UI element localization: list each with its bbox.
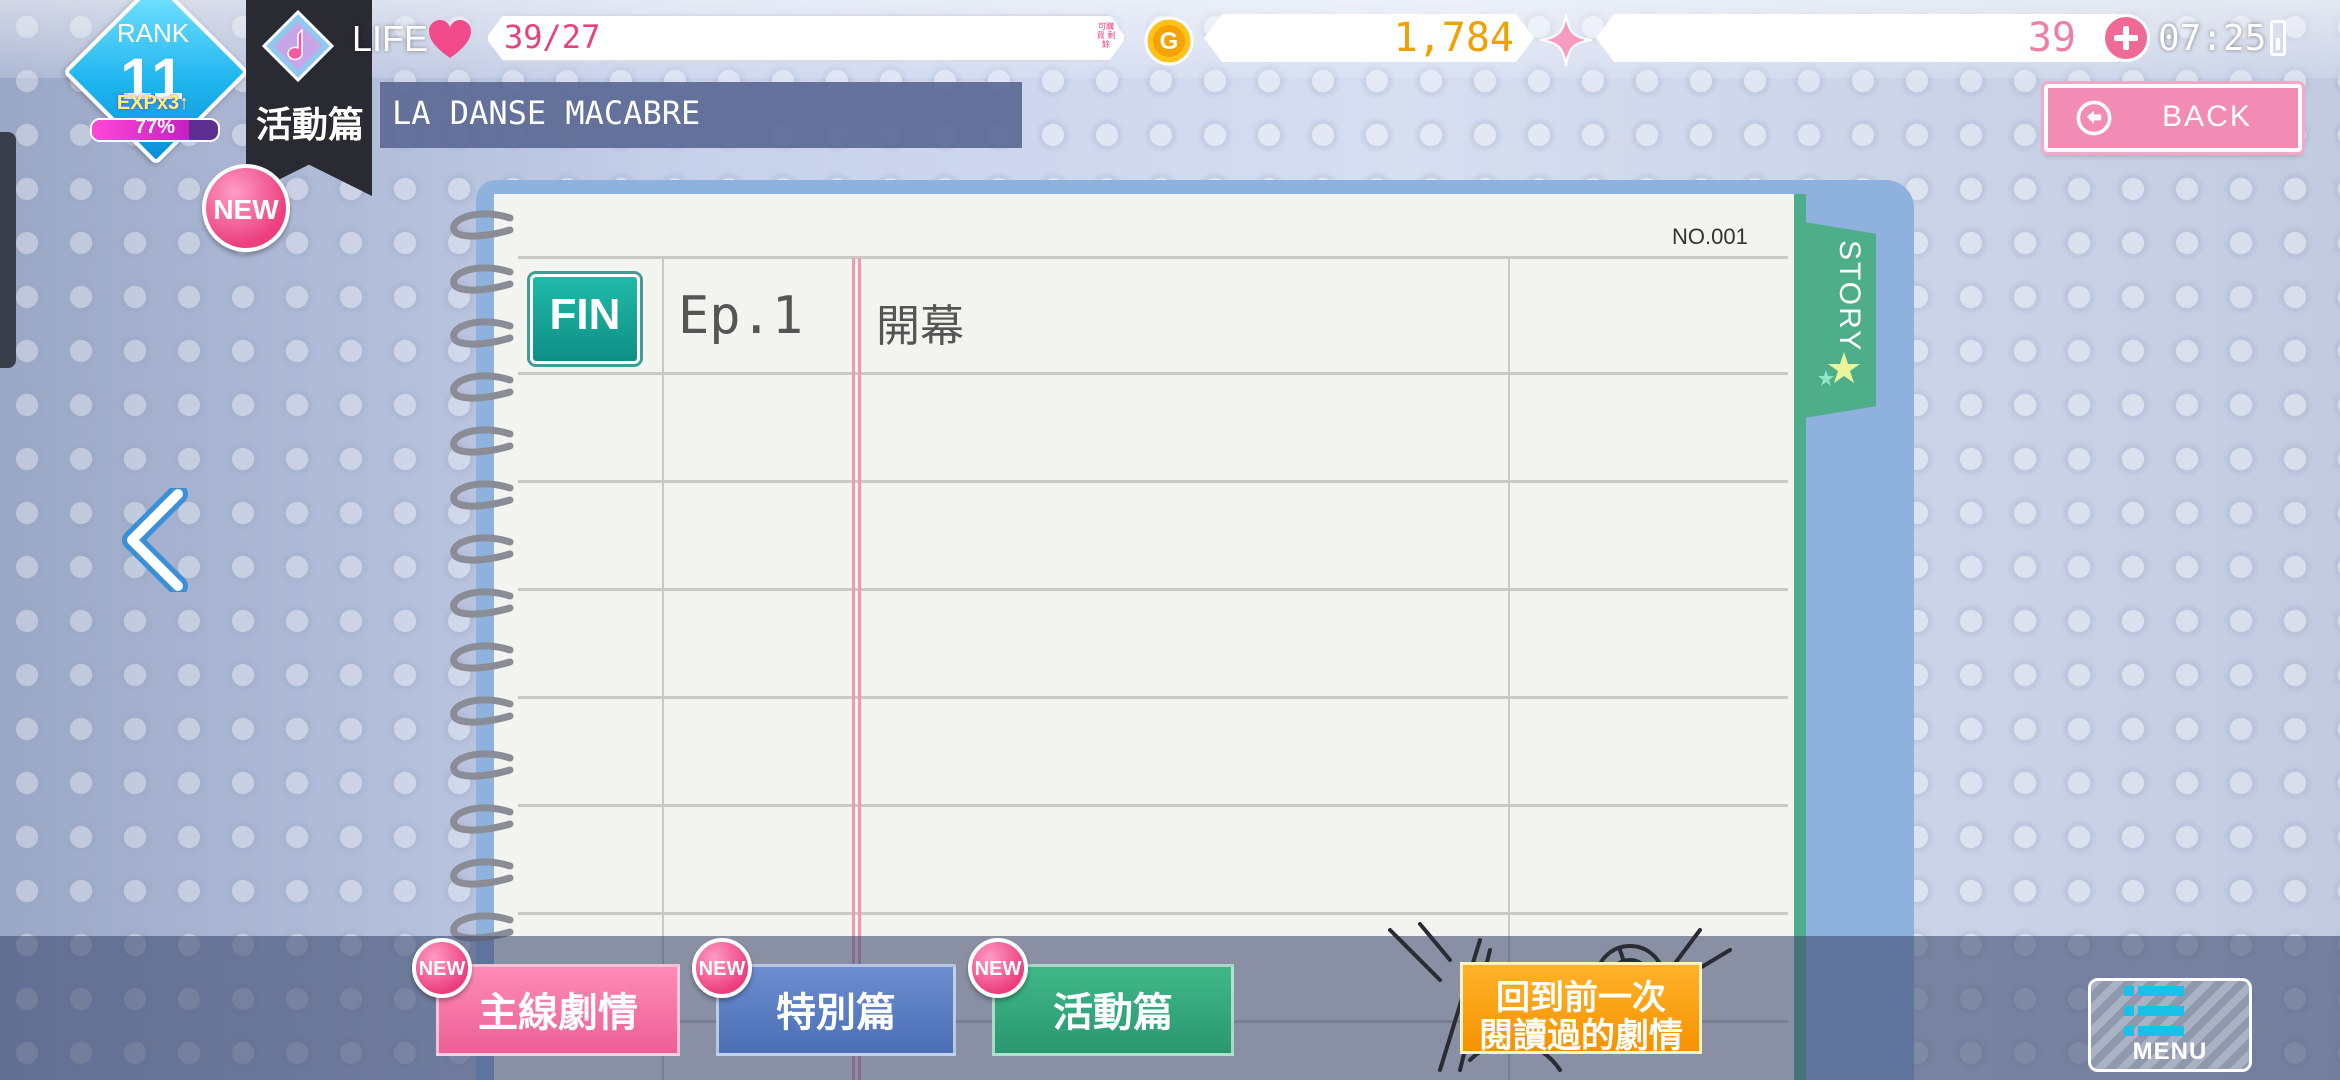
new-badge: NEW [692, 938, 752, 998]
tab-special-story[interactable]: 特別篇 [716, 964, 956, 1056]
heart-icon [429, 20, 471, 58]
gem-value: 39 [2027, 15, 2076, 61]
tab-main-story[interactable]: 主線劇情 [436, 964, 680, 1056]
back-label: BACK [2162, 100, 2252, 133]
new-badge-label: NEW [418, 958, 466, 980]
back-button[interactable]: BACK [2044, 84, 2302, 152]
svg-text:G: G [1160, 28, 1179, 55]
rank-label: RANK [116, 18, 190, 48]
clock: 07:25 [2158, 18, 2267, 59]
page-rule [518, 912, 1788, 915]
chevron-left-icon[interactable] [118, 488, 196, 592]
page-rule [518, 588, 1788, 591]
fin-badge-label: FIN [549, 290, 621, 339]
page-rule [518, 804, 1788, 807]
new-badge-label: NEW [698, 958, 746, 980]
new-badge: NEW [412, 938, 472, 998]
tab-event-story[interactable]: 活動篇 [992, 964, 1234, 1056]
back-arrow-icon [2076, 100, 2112, 136]
plus-icon[interactable] [2102, 14, 2150, 62]
gold-value: 1,784 [1393, 15, 1514, 61]
rank-badge[interactable]: RANK 11 EXPx3↑ 77% [62, 0, 250, 166]
battery-icon [2270, 20, 2286, 56]
episode-number: Ep.1 [678, 286, 804, 346]
gold-coin-icon: G [1144, 16, 1194, 66]
page-rule [518, 696, 1788, 699]
new-badge: NEW [968, 938, 1028, 998]
battery-level [2276, 38, 2280, 50]
sparkle-gem-icon [1539, 13, 1593, 67]
exp-percent: 77% [134, 116, 176, 138]
life-value: 39/27 [504, 18, 601, 56]
star-icon [1818, 352, 1860, 386]
life-label: LIFE [352, 18, 429, 59]
spiral-binding [450, 210, 514, 942]
side-edge-handle[interactable] [0, 132, 16, 368]
story-title: LA DANSE MACABRE [392, 94, 701, 132]
episode-title: 開幕 [876, 301, 964, 352]
page-rule [518, 480, 1788, 483]
event-ribbon-label: 活動篇 [255, 105, 364, 146]
exp-multiplier: EXPx3↑ [116, 92, 190, 114]
new-badge-label: NEW [213, 194, 279, 225]
menu-list-icon [2124, 986, 2184, 1036]
new-badge: NEW [202, 164, 290, 252]
life-refill-note: 可購買 剩餘 [1096, 22, 1116, 49]
page-rule [518, 372, 1788, 375]
tab-main-story-label: 主線劇情 [478, 990, 638, 1036]
tab-event-story-label: 活動篇 [1053, 990, 1173, 1036]
tab-special-story-label: 特別篇 [776, 990, 896, 1036]
music-note-icon [262, 10, 334, 82]
page-rule [518, 256, 1788, 259]
new-badge-label: NEW [974, 958, 1022, 980]
menu-label: MENU [2132, 1038, 2208, 1065]
resume-label-line2: 閱讀過的劇情 [1479, 1016, 1683, 1056]
page-number: NO.001 [1672, 224, 1748, 249]
